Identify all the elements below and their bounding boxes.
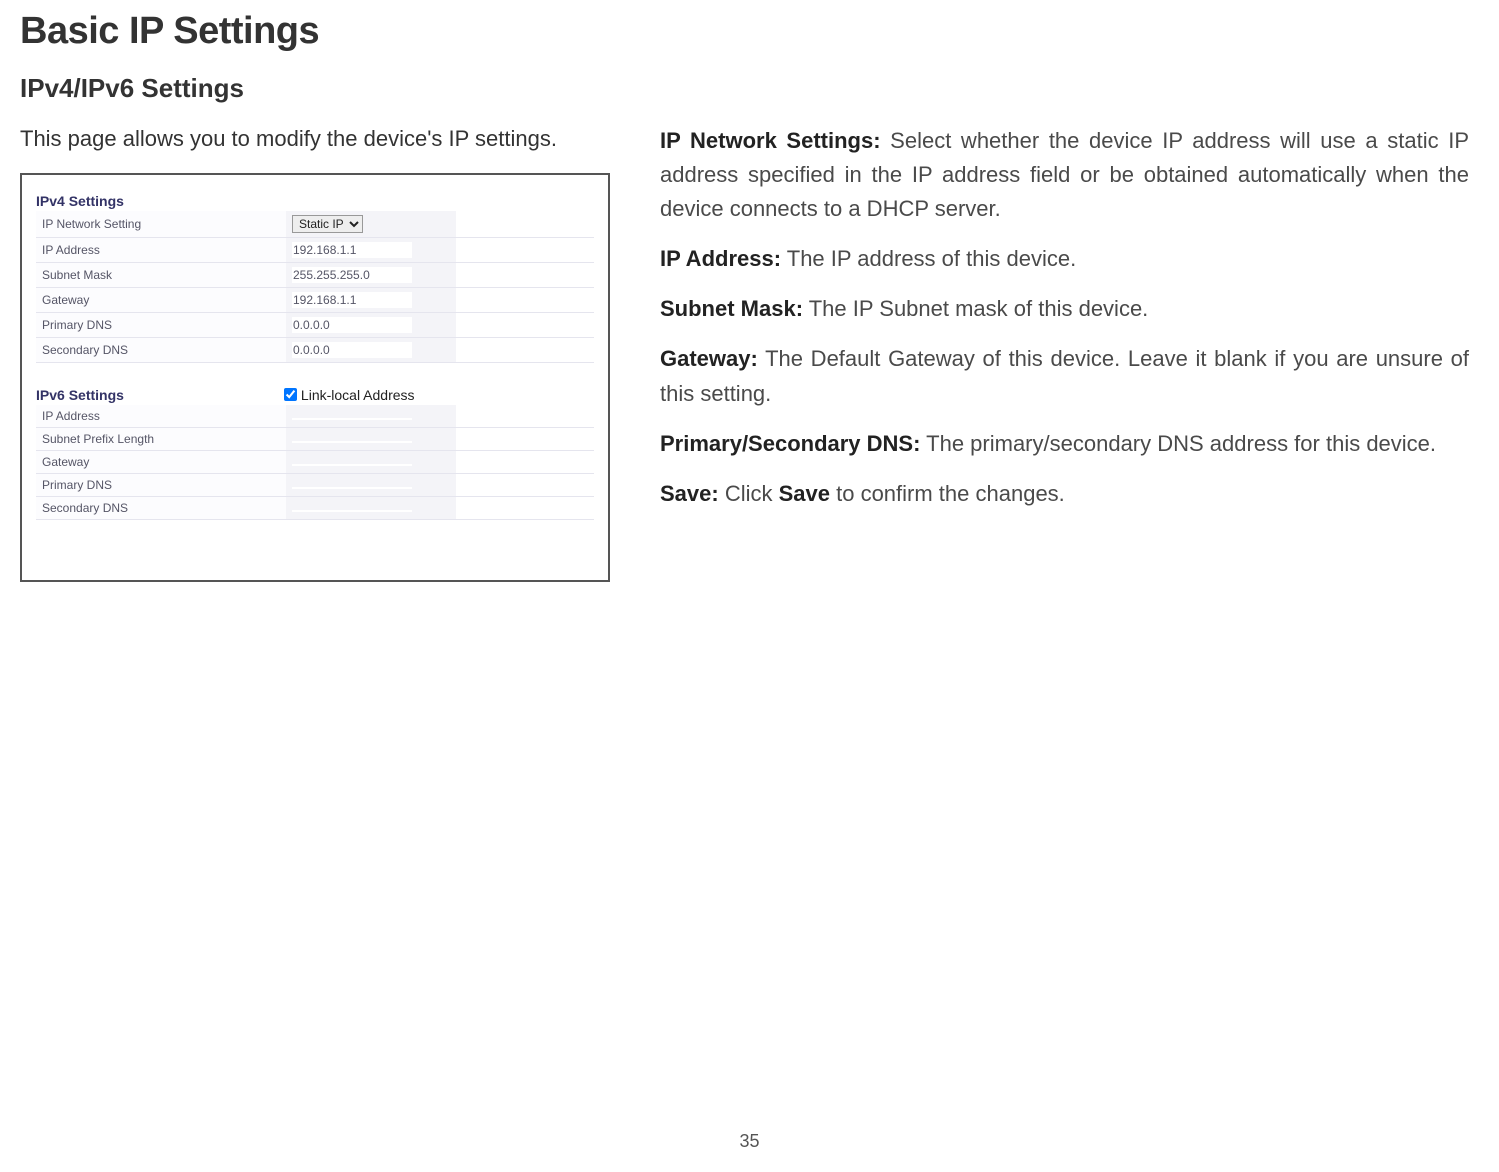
row-label: Primary DNS [36,473,286,496]
ipv6-address-input[interactable] [292,418,412,420]
desc-dns: Primary/Secondary DNS: The primary/secon… [660,427,1469,461]
desc-subnet-mask: Subnet Mask: The IP Subnet mask of this … [660,292,1469,326]
left-column: This page allows you to modify the devic… [20,124,610,582]
table-row: Gateway [36,450,594,473]
desc-gateway: Gateway: The Default Gateway of this dev… [660,342,1469,410]
desc-ip-network-settings: IP Network Settings: Select whether the … [660,124,1469,226]
ipv6-primary-dns-input[interactable] [292,487,412,489]
ipv6-heading: IPv6 Settings [36,387,124,403]
page-number: 35 [739,1131,759,1152]
row-label: Subnet Mask [36,262,286,287]
ip-address-input[interactable]: 192.168.1.1 [292,242,412,258]
gateway-input[interactable]: 192.168.1.1 [292,292,412,308]
table-row: Secondary DNS [36,496,594,519]
table-row: Primary DNS 0.0.0.0 [36,312,594,337]
ipv6-table: IP Address Subnet Prefix Length Gateway … [36,405,594,520]
subnet-mask-input[interactable]: 255.255.255.0 [292,267,412,283]
ipv6-gateway-input[interactable] [292,464,412,466]
ip-network-setting-select[interactable]: Static IP [292,215,363,233]
section-subtitle: IPv4/IPv6 Settings [20,73,1479,104]
row-label: Subnet Prefix Length [36,427,286,450]
term-post: to confirm the changes. [830,481,1065,506]
ipv6-secondary-dns-input[interactable] [292,510,412,512]
ipv4-heading: IPv4 Settings [36,193,594,209]
ipv4-table: IP Network Setting Static IP IP Address … [36,211,594,363]
row-label: IP Address [36,405,286,428]
term: IP Address: [660,246,781,271]
primary-dns-input[interactable]: 0.0.0.0 [292,317,412,333]
term-bold: Save [779,481,830,506]
term-text: The primary/secondary DNS address for th… [920,431,1436,456]
row-label: Secondary DNS [36,337,286,362]
term: IP Network Settings: [660,128,881,153]
table-row: Subnet Mask 255.255.255.0 [36,262,594,287]
term-text: The IP address of this device. [781,246,1076,271]
table-row: Secondary DNS 0.0.0.0 [36,337,594,362]
link-local-checkbox[interactable] [284,388,297,401]
row-label: Gateway [36,287,286,312]
term-pre: Click [719,481,779,506]
right-column: IP Network Settings: Select whether the … [660,124,1479,582]
row-label: IP Network Setting [36,211,286,238]
row-label: Gateway [36,450,286,473]
intro-text: This page allows you to modify the devic… [20,124,610,155]
table-row: Gateway 192.168.1.1 [36,287,594,312]
term: Gateway: [660,346,758,371]
row-label: IP Address [36,237,286,262]
term: Subnet Mask: [660,296,803,321]
table-row: IP Address [36,405,594,428]
desc-ip-address: IP Address: The IP address of this devic… [660,242,1469,276]
table-row: Primary DNS [36,473,594,496]
term-text: The Default Gateway of this device. Leav… [660,346,1469,405]
page-title: Basic IP Settings [20,10,1479,53]
row-label: Secondary DNS [36,496,286,519]
ipv6-prefix-input[interactable] [292,441,412,443]
table-row: IP Address 192.168.1.1 [36,237,594,262]
term: Save: [660,481,719,506]
table-row: IP Network Setting Static IP [36,211,594,238]
ipv6-heading-row: IPv6 Settings Link-local Address [36,387,594,403]
term: Primary/Secondary DNS: [660,431,920,456]
settings-screenshot: IPv4 Settings IP Network Setting Static … [20,173,610,582]
row-label: Primary DNS [36,312,286,337]
secondary-dns-input[interactable]: 0.0.0.0 [292,342,412,358]
link-local-label: Link-local Address [301,387,415,403]
desc-save: Save: Click Save to confirm the changes. [660,477,1469,511]
term-text: The IP Subnet mask of this device. [803,296,1148,321]
content-columns: This page allows you to modify the devic… [20,124,1479,582]
table-row: Subnet Prefix Length [36,427,594,450]
